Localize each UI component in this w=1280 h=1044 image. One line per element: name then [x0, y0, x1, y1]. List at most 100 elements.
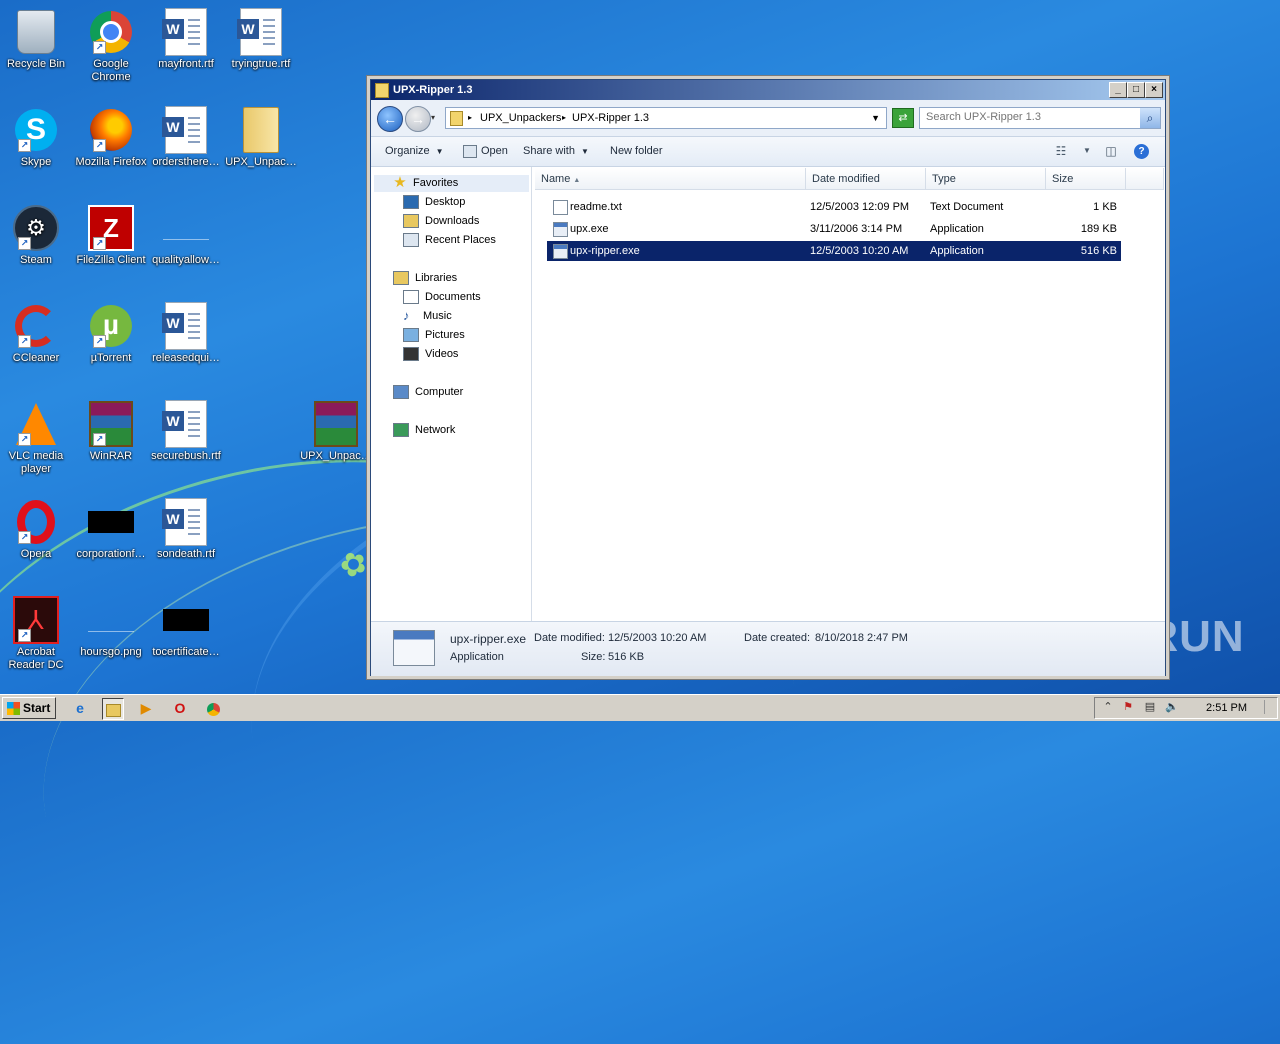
window-title: UPX-Ripper 1.3	[393, 84, 473, 96]
details-size-label: Size:	[581, 651, 606, 663]
refresh-icon: ⇄	[898, 112, 908, 124]
desktop-icon-acrobat[interactable]: ⅄ ↗ Acrobat Reader DC	[0, 596, 74, 672]
change-view-icon[interactable]: ☷	[1053, 144, 1069, 158]
desktop-icon-ordersthere[interactable]: ordersthere…	[148, 106, 224, 169]
organize-label: Organize	[385, 145, 430, 157]
downloads-icon	[403, 214, 419, 229]
preview-pane-icon[interactable]: ◫	[1103, 144, 1119, 158]
desktop-icon-opera[interactable]: ↗ Opera	[0, 498, 74, 561]
desktop-icon-securebush[interactable]: securebush.rtf	[148, 400, 224, 463]
desktop-icon-google-chrome[interactable]: ↗ Google Chrome	[73, 8, 149, 84]
desktop-icon-upx-archive[interactable]: UPX_Unpac…	[298, 400, 374, 463]
table-row-selected[interactable]: upx-ripper.exe 12/5/2003 10:20 AM Applic…	[547, 241, 1121, 261]
action-center-icon[interactable]: ⚑	[1121, 700, 1135, 714]
open-label: Open	[481, 145, 508, 157]
nav-music[interactable]: ♪ Music	[403, 308, 452, 325]
volume-icon[interactable]: 🔈	[1165, 700, 1179, 714]
share-with-button[interactable]: Share with ▼	[523, 137, 589, 166]
network-tray-icon[interactable]: ▤	[1143, 700, 1157, 714]
refresh-button[interactable]: ⇄	[892, 108, 914, 128]
breadcrumb-upx-unpackers[interactable]: UPX_Unpackers	[480, 108, 561, 128]
table-row[interactable]: upx.exe 3/11/2006 3:14 PM Application 18…	[547, 219, 1121, 239]
desktop-icon-recycle-bin[interactable]: Recycle Bin	[0, 8, 74, 71]
start-button[interactable]: Start	[2, 697, 56, 719]
show-desktop-button[interactable]	[1264, 700, 1275, 714]
search-input[interactable]	[920, 108, 1142, 126]
file-date: 3/11/2006 3:14 PM	[810, 223, 903, 235]
media-player-icon[interactable]: ▶	[136, 698, 156, 718]
view-options-dropdown-icon[interactable]: ▼	[1079, 144, 1095, 158]
search-icon[interactable]: ⌕	[1140, 108, 1160, 128]
breadcrumb-separator-icon[interactable]: ▸	[562, 108, 566, 128]
column-label: Size	[1052, 173, 1074, 185]
column-header-name[interactable]: Name ▲	[535, 168, 806, 190]
nav-favorites[interactable]: ★ Favorites	[393, 175, 458, 192]
clock[interactable]: 2:51 PM	[1206, 698, 1247, 718]
column-header-date-modified[interactable]: Date modified	[806, 168, 926, 190]
nav-libraries[interactable]: Libraries	[393, 270, 457, 287]
address-dropdown-icon[interactable]: ▼	[871, 108, 880, 128]
desktop-icon-tryingtrue[interactable]: tryingtrue.rtf	[223, 8, 299, 71]
internet-explorer-icon[interactable]: e	[70, 698, 90, 718]
desktop-icon-label: releasedqui…	[152, 352, 220, 364]
file-type: Text Document	[930, 201, 1004, 213]
desktop-icon-steam[interactable]: ⚙ ↗ Steam	[0, 204, 74, 267]
desktop-icon-firefox[interactable]: ↗ Mozilla Firefox	[73, 106, 149, 169]
help-icon[interactable]: ?	[1134, 144, 1149, 159]
desktop-icon-releasedqui[interactable]: releasedqui…	[148, 302, 224, 365]
desktop-icon-winrar[interactable]: ↗ WinRAR	[73, 400, 149, 463]
nav-network[interactable]: Network	[393, 422, 455, 439]
nav-downloads[interactable]: Downloads	[403, 213, 479, 230]
desktop-icon-label: VLC media player	[8, 450, 64, 475]
desktop-icon-vlc[interactable]: ↗ VLC media player	[0, 400, 74, 476]
nav-recent-places[interactable]: Recent Places	[403, 232, 496, 249]
show-hidden-icons-icon[interactable]: ⌃	[1101, 700, 1115, 714]
nav-label: Desktop	[425, 196, 466, 208]
desktop-icon-label: tocertificate…	[152, 646, 220, 658]
explorer-window: UPX-Ripper 1.3 _ □ × ← → ▾ ▸ UPX_Unpacke…	[370, 79, 1166, 676]
nav-label: Libraries	[415, 272, 458, 284]
explorer-taskbar-icon[interactable]	[102, 698, 124, 720]
nav-label: Favorites	[413, 177, 459, 189]
recent-pages-dropdown-icon[interactable]: ▾	[431, 113, 435, 122]
forward-button[interactable]: →	[405, 106, 431, 132]
maximize-button[interactable]: □	[1127, 82, 1145, 98]
desktop-icon-label: CCleaner	[12, 352, 60, 364]
column-header-size[interactable]: Size	[1046, 168, 1126, 190]
desktop-icon-ccleaner[interactable]: ↗ CCleaner	[0, 302, 74, 365]
nav-desktop[interactable]: Desktop	[403, 194, 465, 211]
desktop-icon-sondeath[interactable]: sondeath.rtf	[148, 498, 224, 561]
opera-icon[interactable]: O	[170, 698, 190, 718]
back-button[interactable]: ←	[377, 106, 403, 132]
address-bar[interactable]: ▸ UPX_Unpackers ▸ UPX-Ripper 1.3 ▼	[445, 107, 887, 129]
desktop-icon-mayfront[interactable]: mayfront.rtf	[148, 8, 224, 71]
table-row[interactable]: readme.txt 12/5/2003 12:09 PM Text Docum…	[547, 197, 1121, 217]
desktop-icon-filezilla[interactable]: Z ↗ FileZilla Client	[73, 204, 149, 267]
minimize-button[interactable]: _	[1109, 82, 1127, 98]
desktop-icon-upx-folder[interactable]: UPX_Unpac…	[223, 106, 299, 169]
open-button[interactable]: Open	[463, 137, 508, 166]
desktop-icon-utorrent[interactable]: µ ↗ µTorrent	[73, 302, 149, 365]
nav-documents[interactable]: Documents	[403, 289, 481, 306]
chrome-icon[interactable]	[203, 698, 223, 718]
desktop-icon-corporationf[interactable]: corporationf…	[73, 498, 149, 561]
desktop-icon-qualityallow[interactable]: qualityallow…	[148, 204, 224, 267]
column-label: Type	[932, 173, 956, 185]
desktop-icon-hoursgo[interactable]: hoursgo.png	[73, 596, 149, 659]
desktop-icon-skype[interactable]: S ↗ Skype	[0, 106, 74, 169]
desktop-icon-tocertificate[interactable]: tocertificate…	[148, 596, 224, 659]
breadcrumb-separator-icon[interactable]: ▸	[468, 108, 472, 128]
new-folder-button[interactable]: New folder	[610, 137, 663, 166]
column-header-empty	[1126, 168, 1164, 190]
libraries-icon	[393, 271, 409, 286]
organize-button[interactable]: Organize ▼	[385, 137, 444, 166]
breadcrumb-upx-ripper[interactable]: UPX-Ripper 1.3	[572, 108, 649, 128]
column-header-type[interactable]: Type	[926, 168, 1046, 190]
network-icon	[393, 423, 409, 438]
nav-pictures[interactable]: Pictures	[403, 327, 465, 344]
nav-label: Recent Places	[425, 234, 496, 246]
title-bar[interactable]: UPX-Ripper 1.3 _ □ ×	[371, 80, 1165, 100]
close-button[interactable]: ×	[1145, 82, 1163, 98]
nav-computer[interactable]: Computer	[393, 384, 463, 401]
nav-videos[interactable]: Videos	[403, 346, 458, 363]
